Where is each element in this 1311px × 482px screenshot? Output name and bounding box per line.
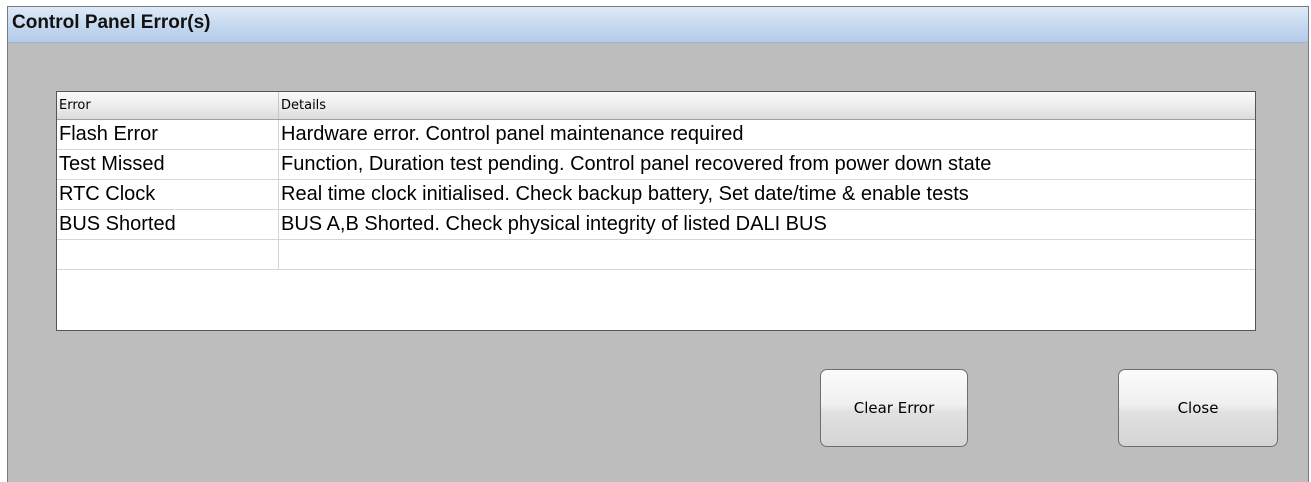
error-cell[interactable]: RTC Clock (57, 180, 279, 210)
table-row[interactable]: Flash Error Hardware error. Control pane… (57, 120, 1255, 150)
details-cell[interactable] (279, 240, 1255, 270)
details-cell[interactable]: Real time clock initialised. Check backu… (279, 180, 1255, 210)
column-header-error[interactable]: Error (57, 92, 279, 119)
error-dialog: Control Panel Error(s) Error Details Fla… (7, 6, 1309, 482)
error-cell[interactable]: Flash Error (57, 120, 279, 150)
close-button[interactable]: Close (1118, 369, 1278, 447)
table-row[interactable]: RTC Clock Real time clock initialised. C… (57, 180, 1255, 210)
table-row[interactable]: BUS Shorted BUS A,B Shorted. Check physi… (57, 210, 1255, 240)
clear-error-button[interactable]: Clear Error (820, 369, 968, 447)
details-cell[interactable]: BUS A,B Shorted. Check physical integrit… (279, 210, 1255, 240)
window-title: Control Panel Error(s) (12, 12, 211, 33)
table-header: Error Details (57, 92, 1255, 120)
details-cell[interactable]: Function, Duration test pending. Control… (279, 150, 1255, 180)
error-cell[interactable] (57, 240, 279, 270)
error-cell[interactable]: Test Missed (57, 150, 279, 180)
table-row-empty[interactable] (57, 240, 1255, 270)
error-cell[interactable]: BUS Shorted (57, 210, 279, 240)
details-cell[interactable]: Hardware error. Control panel maintenanc… (279, 120, 1255, 150)
error-table[interactable]: Error Details Flash Error Hardware error… (56, 91, 1256, 331)
table-row[interactable]: Test Missed Function, Duration test pend… (57, 150, 1255, 180)
title-bar[interactable]: Control Panel Error(s) (8, 7, 1308, 43)
column-header-details[interactable]: Details (279, 92, 1255, 119)
